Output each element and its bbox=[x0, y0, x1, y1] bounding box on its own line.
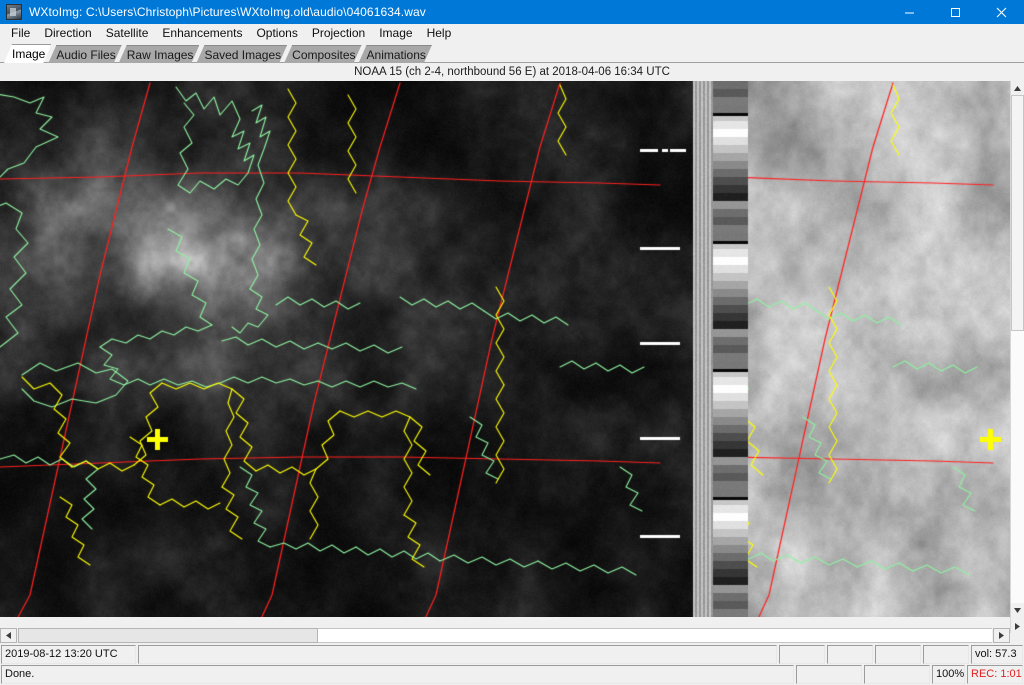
horizontal-scroll-thumb[interactable] bbox=[18, 628, 318, 643]
tab-image[interactable]: Image bbox=[4, 44, 51, 63]
tab-bar: Image Audio Files Raw Images Saved Image… bbox=[0, 43, 1024, 63]
tab-saved-images[interactable]: Saved Images bbox=[196, 45, 287, 63]
status-field-3 bbox=[779, 645, 825, 664]
menu-item-satellite[interactable]: Satellite bbox=[99, 25, 156, 42]
status-field-2 bbox=[138, 645, 777, 664]
tab-composites[interactable]: Composites bbox=[284, 45, 361, 63]
satellite-app-icon bbox=[6, 4, 22, 20]
menu-bar: File Direction Satellite Enhancements Op… bbox=[0, 24, 1024, 43]
status-volume: vol: 57.3 bbox=[971, 645, 1023, 664]
scroll-right-arrow-icon[interactable] bbox=[993, 628, 1010, 643]
menu-item-direction[interactable]: Direction bbox=[37, 25, 98, 42]
tab-audio-files[interactable]: Audio Files bbox=[48, 45, 121, 63]
wxtoimg-window: WXtoImg: C:\Users\Christoph\Pictures\WXt… bbox=[0, 0, 1024, 685]
status-clock: 2019-08-12 13:20 UTC bbox=[1, 645, 136, 664]
status-recording: REC: 1:01 bbox=[967, 665, 1023, 684]
menu-item-options[interactable]: Options bbox=[249, 25, 304, 42]
menu-item-projection[interactable]: Projection bbox=[305, 25, 372, 42]
menu-item-enhancements[interactable]: Enhancements bbox=[155, 25, 249, 42]
vertical-scroll-track[interactable] bbox=[1011, 331, 1024, 603]
image-caption: NOAA 15 (ch 2-4, northbound 56 E) at 201… bbox=[0, 63, 1024, 81]
status-field-5 bbox=[875, 645, 921, 664]
scroll-down-icon[interactable] bbox=[1011, 603, 1024, 617]
vertical-scrollbar[interactable] bbox=[1010, 81, 1024, 633]
vertical-scroll-thumb[interactable] bbox=[1011, 95, 1024, 331]
close-icon[interactable] bbox=[978, 0, 1024, 24]
tab-animations[interactable]: Animations bbox=[359, 45, 432, 63]
image-viewport bbox=[0, 81, 1024, 644]
scroll-left-icon[interactable] bbox=[0, 628, 17, 643]
window-controls bbox=[886, 0, 1024, 24]
title-bar: WXtoImg: C:\Users\Christoph\Pictures\WXt… bbox=[0, 0, 1024, 24]
scroll-right-icon[interactable] bbox=[1011, 619, 1024, 633]
apt-image[interactable] bbox=[0, 81, 1010, 617]
status-field-4 bbox=[827, 645, 873, 664]
status-row2-field-2 bbox=[796, 665, 862, 684]
tab-raw-images[interactable]: Raw Images bbox=[119, 45, 200, 63]
scroll-up-icon[interactable] bbox=[1011, 81, 1024, 95]
status-bar-row-2: Done. 100% REC: 1:01 bbox=[0, 664, 1024, 685]
window-title: WXtoImg: C:\Users\Christoph\Pictures\WXt… bbox=[29, 5, 886, 19]
satellite-image-canvas[interactable] bbox=[0, 81, 1010, 617]
minimize-icon[interactable] bbox=[886, 0, 932, 24]
menu-item-image[interactable]: Image bbox=[372, 25, 419, 42]
maximize-icon[interactable] bbox=[932, 0, 978, 24]
status-message: Done. bbox=[1, 665, 794, 684]
menu-item-help[interactable]: Help bbox=[420, 25, 459, 42]
horizontal-scrollbar[interactable] bbox=[0, 628, 1010, 644]
status-zoom: 100% bbox=[932, 665, 965, 684]
menu-item-file[interactable]: File bbox=[4, 25, 37, 42]
status-row2-field-3 bbox=[864, 665, 930, 684]
status-field-6 bbox=[923, 645, 969, 664]
status-bar-row-1: 2019-08-12 13:20 UTC vol: 57.3 bbox=[0, 644, 1024, 664]
